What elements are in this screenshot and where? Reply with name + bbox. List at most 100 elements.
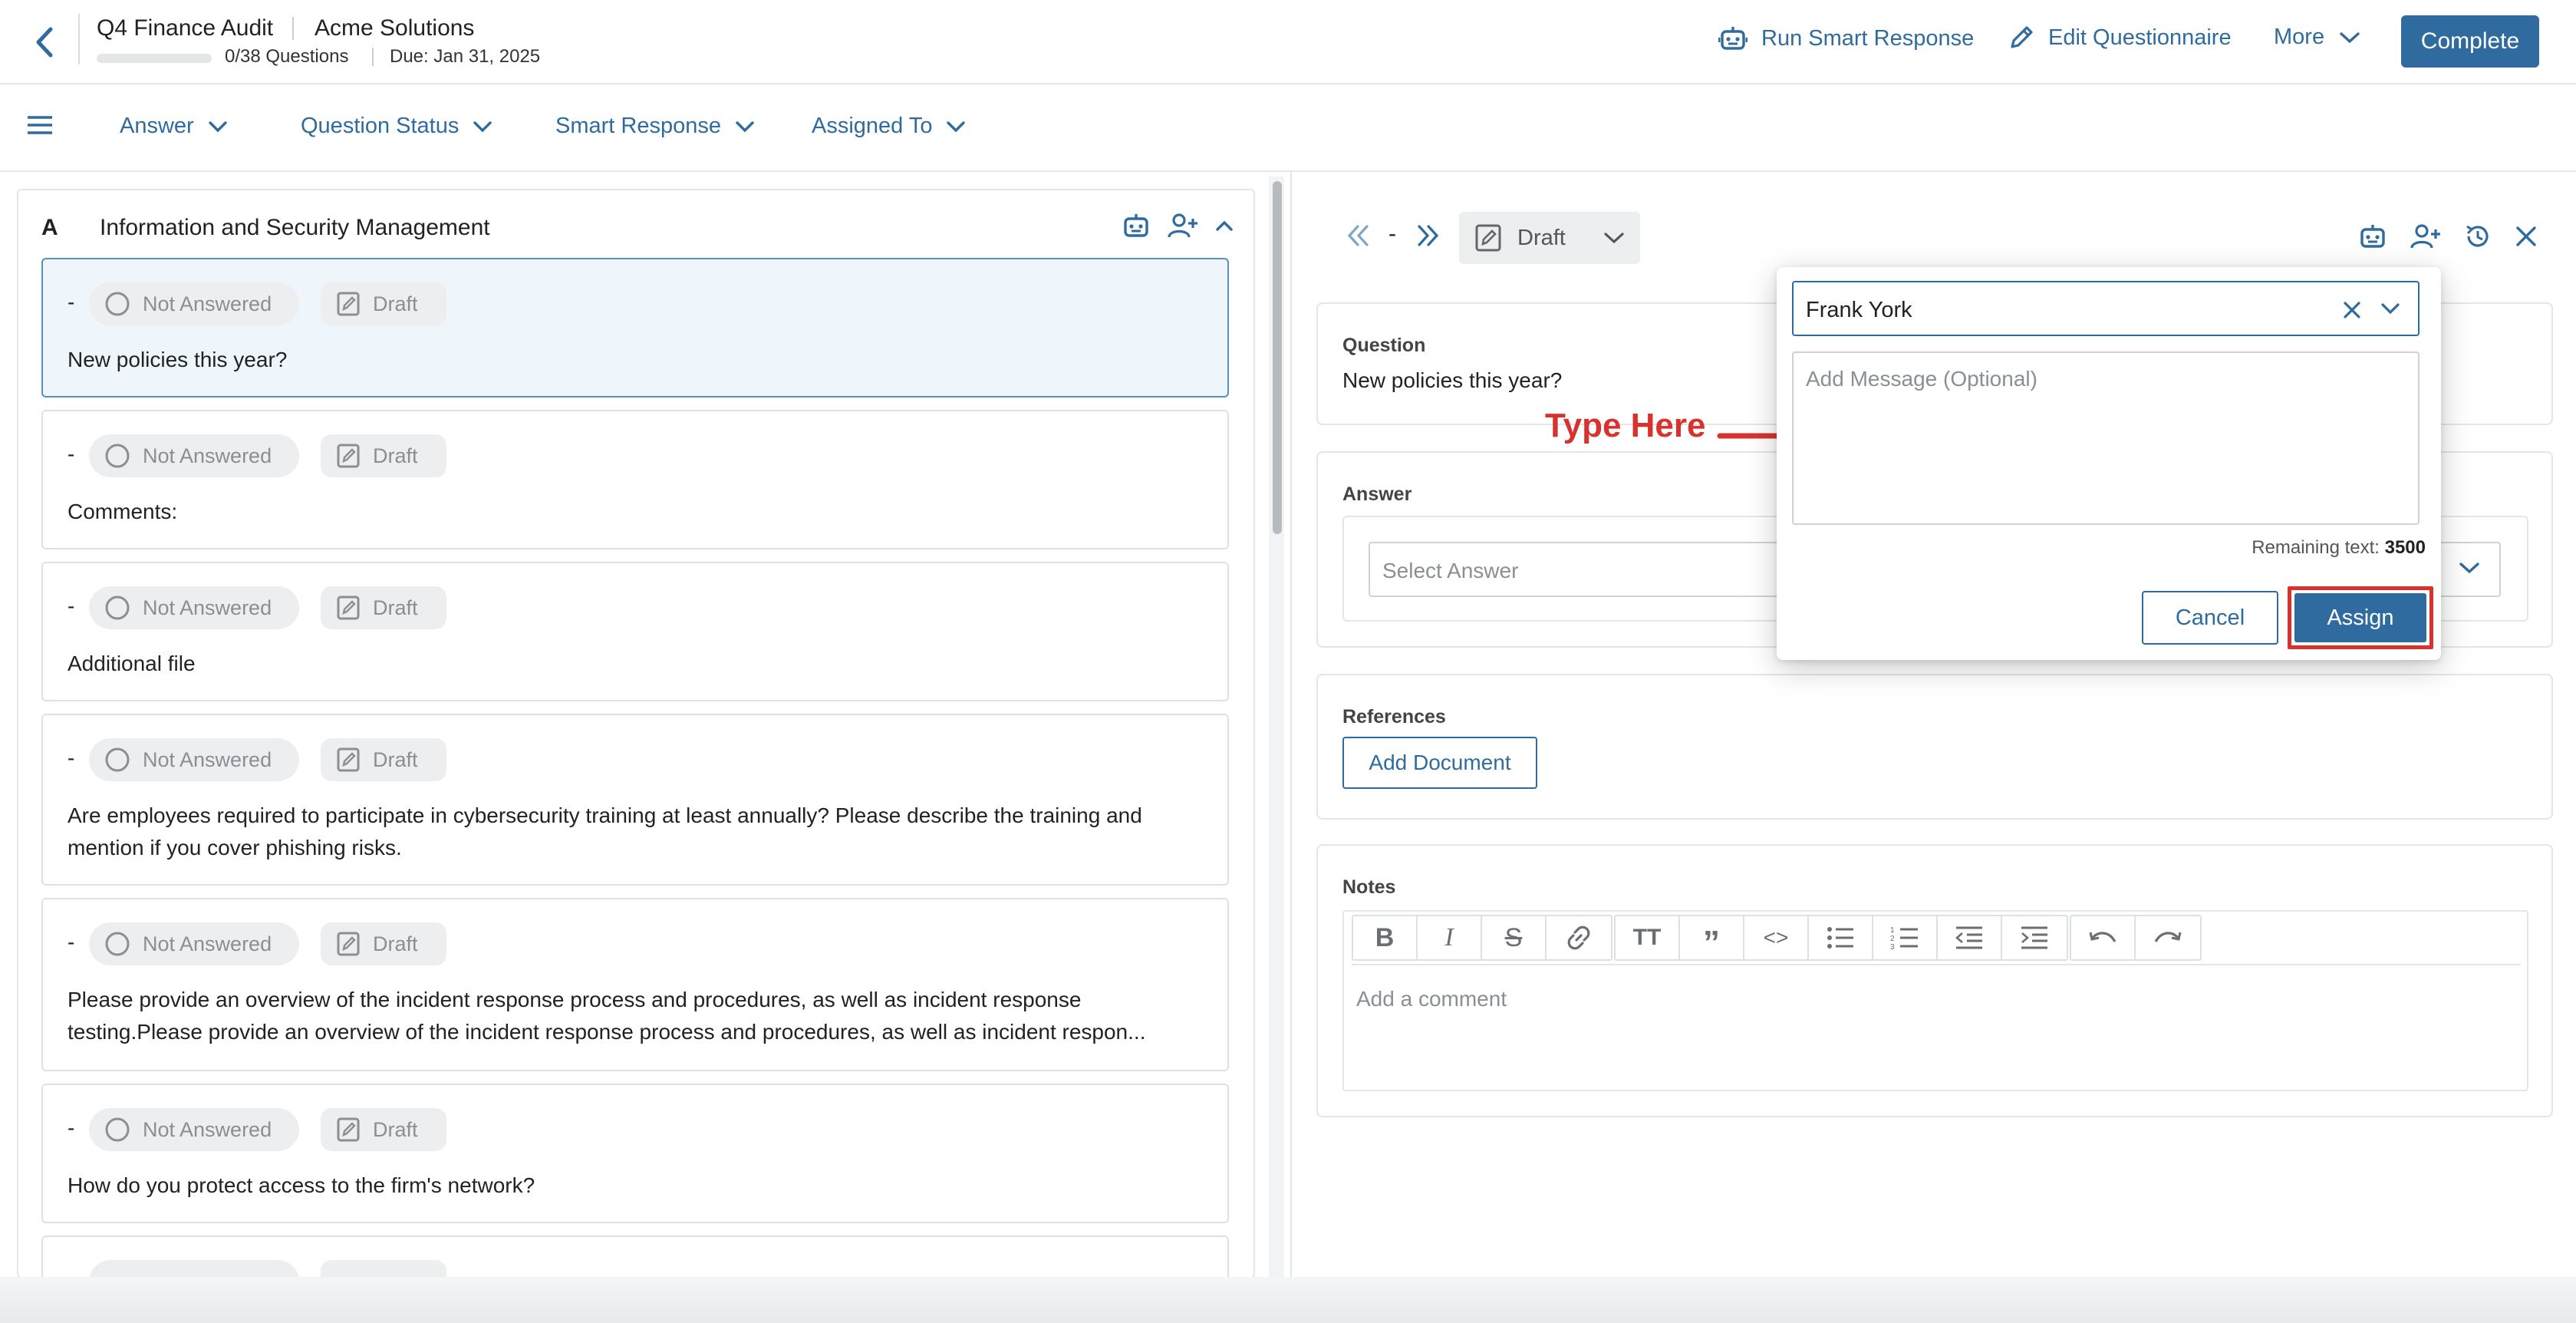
assign-button[interactable]: Assign [2294,593,2426,642]
draft-badge[interactable]: Draft [321,586,446,629]
answer-label: Answer [1342,483,1412,505]
link-icon[interactable] [1547,916,1611,959]
status-badge[interactable] [89,1260,299,1277]
draft-icon [336,291,361,317]
chevron-down-icon [208,120,228,134]
question-card[interactable] [41,1236,1229,1277]
redo-icon[interactable] [2136,916,2200,959]
draft-label: Draft [373,932,418,955]
question-text-line: Please provide an overview of the incide… [68,988,1082,1011]
list-scrollbar-thumb[interactable] [1273,181,1282,534]
run-smart-response-button[interactable]: Run Smart Response [1718,25,1974,52]
state-dropdown[interactable]: Draft [1459,212,1640,264]
status-badge[interactable]: Not Answered [89,586,299,629]
question-label: Question [1342,335,1426,356]
undo-icon[interactable] [2071,916,2136,959]
robot-icon [1718,25,1748,52]
section-actions [1122,212,1234,239]
assign-user-icon[interactable] [2410,223,2441,249]
indent-icon[interactable] [2002,916,2067,959]
draft-badge[interactable]: Draft [321,282,446,325]
edit-questionnaire-button[interactable]: Edit Questionnaire [2008,25,2232,51]
pencil-icon [2008,25,2034,51]
back-icon[interactable] [26,23,64,61]
question-card[interactable]: - Not Answered Draft Comments: [41,410,1229,549]
filter-question-status[interactable]: Question Status [301,114,492,139]
add-document-button[interactable]: Add Document [1342,737,1537,789]
draft-badge[interactable] [321,1260,446,1277]
svg-text:2: 2 [1890,935,1895,943]
robot-icon[interactable] [2358,223,2387,250]
code-icon[interactable]: <> [1744,916,1809,959]
status-badge[interactable]: Not Answered [89,738,299,781]
assignee-select[interactable]: Frank York [1792,281,2420,336]
message-textarea[interactable] [1794,353,2418,523]
status-badge[interactable]: Not Answered [89,922,299,965]
draft-badge[interactable]: Draft [321,738,446,781]
draft-icon [336,443,361,469]
bottom-edge [0,1277,2576,1323]
question-card[interactable]: - Not Answered Draft How do you protect … [41,1084,1229,1223]
bullet-list-icon[interactable] [1809,916,1873,959]
circle-icon [104,931,130,957]
filter-bar: Answer Question Status Smart Response As… [0,86,2576,172]
svg-text:1: 1 [1890,926,1895,935]
filter-smart-response[interactable]: Smart Response [555,114,755,139]
complete-button[interactable]: Complete [2401,15,2539,68]
filter-smart-response-label: Smart Response [555,114,721,138]
panel-divider [1290,172,1292,1323]
due-date: Due: Jan 31, 2025 [390,46,541,67]
clear-icon[interactable] [2341,299,2363,321]
strikethrough-icon[interactable]: S [1482,916,1547,959]
section-header[interactable]: A Information and Security Management [18,190,1253,258]
history-group [2070,915,2202,961]
status-badge[interactable]: Not Answered [89,282,299,325]
close-icon[interactable] [2515,225,2538,248]
assign-highlight: Assign [2288,586,2433,649]
draft-badge[interactable]: Draft [321,1108,446,1151]
bold-icon[interactable]: B [1353,916,1418,959]
chevron-up-icon[interactable] [1215,219,1234,232]
question-card[interactable]: - Not Answered Draft New policies this y… [41,258,1229,398]
history-icon[interactable] [2464,223,2492,250]
draft-badge[interactable]: Draft [321,922,446,965]
block-group: TT ” <> 123 [1614,915,2068,962]
menu-icon[interactable] [28,115,52,135]
more-menu-button[interactable]: More [2274,25,2361,50]
organization-name: Acme Solutions [315,15,475,41]
quote-icon[interactable]: ” [1680,916,1744,962]
chevron-down-icon[interactable] [2380,301,2401,316]
cancel-button[interactable]: Cancel [2142,591,2278,645]
answer-placeholder: Select Answer [1382,559,1519,582]
double-chevron-right-icon[interactable] [1415,223,1441,249]
section-letter: A [41,215,58,240]
question-text: Additional file [68,652,196,675]
question-card[interactable]: - Not Answered Draft Are employees requi… [41,714,1229,886]
question-number: - [68,1116,75,1140]
assign-user-icon[interactable] [1168,213,1198,239]
header-divider [78,14,80,64]
numbered-list-icon[interactable]: 123 [1873,916,1938,959]
heading-icon[interactable]: TT [1616,916,1680,959]
question-nav-number: - [1388,221,1396,246]
filter-assigned-to[interactable]: Assigned To [812,114,966,139]
filter-assigned-to-label: Assigned To [812,114,933,138]
outdent-icon[interactable] [1938,916,2002,959]
double-chevron-left-icon[interactable] [1346,223,1372,249]
status-badge[interactable]: Not Answered [89,1108,299,1151]
italic-icon[interactable]: I [1418,916,1482,959]
title-separator [292,17,294,40]
progress-bar [97,54,212,63]
draft-badge[interactable]: Draft [321,434,446,477]
status-badge[interactable]: Not Answered [89,434,299,477]
question-card[interactable]: - Not Answered Draft Please provide an o… [41,898,1229,1071]
question-list-panel: A Information and Security Management - … [17,189,1255,1278]
notes-placeholder[interactable]: Add a comment [1356,987,1507,1011]
run-smart-response-label: Run Smart Response [1761,25,1975,51]
question-text: Comments: [68,500,178,523]
filter-answer[interactable]: Answer [120,114,228,139]
question-text: How do you protect access to the firm's … [68,1173,535,1197]
question-card[interactable]: - Not Answered Draft Additional file [41,562,1229,701]
draft-label: Draft [373,747,418,771]
robot-icon[interactable] [1122,212,1151,239]
